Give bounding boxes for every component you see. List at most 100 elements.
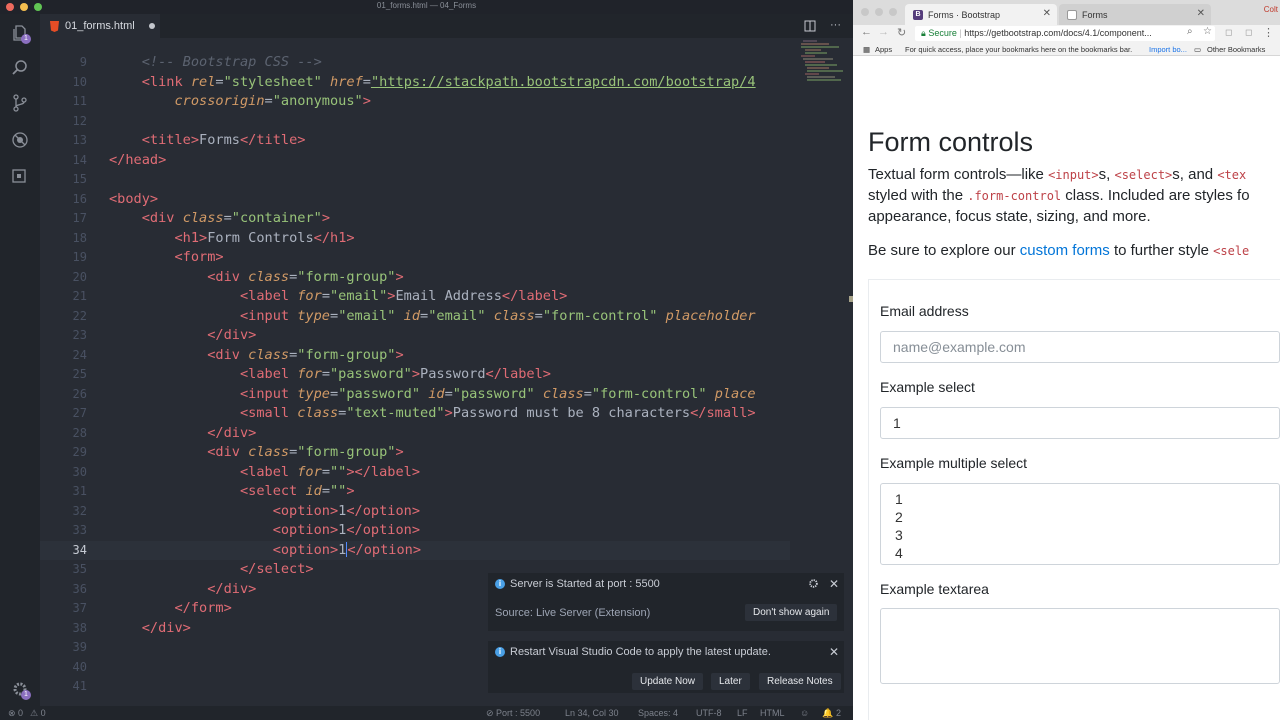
- code-line[interactable]: 11 crossorigin="anonymous">: [40, 92, 790, 112]
- gear-icon[interactable]: 1: [11, 680, 31, 700]
- code-line[interactable]: 17 <div class="container">: [40, 209, 790, 229]
- code-line[interactable]: 26 <input type="password" id="password" …: [40, 385, 790, 405]
- search-icon[interactable]: ⌕: [1187, 26, 1193, 37]
- code-line[interactable]: 19 <form>: [40, 248, 790, 268]
- dont-show-again-button[interactable]: Don't show again: [745, 604, 838, 621]
- minimap[interactable]: [799, 38, 845, 98]
- code-text: <option>1</option>: [272, 522, 421, 538]
- maximize-window-button[interactable]: [889, 8, 897, 16]
- live-server-port[interactable]: ⊘ Port : 5500: [486, 708, 540, 719]
- select-option[interactable]: 1: [893, 490, 1279, 508]
- release-notes-button[interactable]: Release Notes: [759, 673, 841, 690]
- custom-forms-link[interactable]: custom forms: [1020, 242, 1110, 259]
- select-option[interactable]: 3: [893, 526, 1279, 544]
- other-bookmarks-link[interactable]: Other Bookmarks: [1207, 45, 1265, 54]
- cursor-position[interactable]: Ln 34, Col 30: [565, 708, 619, 718]
- code-line[interactable]: 16 <body>: [40, 190, 790, 210]
- errors-count[interactable]: ⊗ 0: [8, 708, 23, 719]
- code-line[interactable]: 30 <label for=""></label>: [40, 463, 790, 483]
- select-option[interactable]: 5: [893, 562, 1279, 564]
- minimize-window-button[interactable]: [875, 8, 883, 16]
- forward-icon[interactable]: →: [878, 26, 889, 38]
- code-line[interactable]: 25 <label for="password">Password</label…: [40, 365, 790, 385]
- lead-text: styled with the .form-control class. Inc…: [868, 187, 1250, 204]
- star-icon[interactable]: ☆: [1203, 26, 1212, 37]
- inline-code: <tex: [1217, 168, 1247, 182]
- code-line[interactable]: 22 <input type="email" id="email" class=…: [40, 307, 790, 327]
- source-control-icon[interactable]: [11, 94, 29, 112]
- code-line[interactable]: 20 <div class="form-group">: [40, 268, 790, 288]
- browser-tab-forms[interactable]: Forms ✕: [1059, 4, 1211, 25]
- extension-icon[interactable]: ◻: [1245, 27, 1252, 38]
- search-icon[interactable]: [11, 59, 29, 77]
- code-line[interactable]: 21 <label for="email">Email Address</lab…: [40, 287, 790, 307]
- reload-icon[interactable]: ↻: [897, 26, 906, 39]
- lead-text-part: s,: [1098, 166, 1115, 183]
- code-line[interactable]: 29 <div class="form-group">: [40, 443, 790, 463]
- inline-code: <input>: [1048, 168, 1099, 182]
- code-line[interactable]: 23 </div>: [40, 326, 790, 346]
- select-label: Example select: [880, 379, 975, 395]
- code-line[interactable]: 18 <h1>Form Controls</h1>: [40, 229, 790, 249]
- warnings-count[interactable]: ⚠ 0: [30, 708, 46, 719]
- line-endings[interactable]: LF: [737, 708, 748, 718]
- code-text: <option>1</option>: [272, 541, 422, 558]
- code-line[interactable]: 14 </head>: [40, 151, 790, 171]
- code-text: <label for="email">Email Address</label>: [239, 288, 568, 304]
- line-number: 18: [72, 230, 87, 245]
- bell-icon[interactable]: 🔔: [822, 708, 833, 719]
- code-line[interactable]: 31 <select id="">: [40, 482, 790, 502]
- code-line[interactable]: 15: [40, 170, 790, 190]
- select-option[interactable]: 4: [893, 544, 1279, 562]
- settings-badge: 1: [21, 690, 31, 700]
- more-actions-icon[interactable]: ···: [830, 20, 841, 32]
- browser-tab-bootstrap[interactable]: B Forms · Bootstrap ✕: [905, 4, 1057, 25]
- folder-icon: ▭: [1194, 45, 1202, 54]
- encoding[interactable]: UTF-8: [696, 708, 722, 718]
- close-window-button[interactable]: [861, 8, 869, 16]
- secure-label: Secure: [928, 28, 957, 38]
- line-number: 21: [72, 289, 87, 303]
- example-multiple-select[interactable]: 1 2 3 4 5: [880, 483, 1280, 565]
- example-textarea[interactable]: [880, 608, 1280, 684]
- apps-icon[interactable]: ▦: [863, 45, 870, 54]
- profile-button[interactable]: Colt: [1264, 5, 1280, 14]
- debug-icon[interactable]: [11, 131, 29, 149]
- tab-01-forms-html[interactable]: 01_forms.html: [40, 14, 160, 38]
- later-button[interactable]: Later: [711, 673, 750, 690]
- feedback-icon[interactable]: ☺: [800, 708, 809, 718]
- import-bookmarks-link[interactable]: Import bo...: [1149, 45, 1187, 54]
- code-line[interactable]: 33 <option>1</option>: [40, 521, 790, 541]
- email-label: Email address: [880, 303, 969, 319]
- address-bar[interactable]: 🔒︎ Secure | https://getbootstrap.com/doc…: [915, 26, 1215, 41]
- apps-link[interactable]: Apps: [875, 45, 892, 54]
- explorer-icon[interactable]: 1: [11, 24, 31, 44]
- code-line[interactable]: 10 <link rel="stylesheet" href="https://…: [40, 73, 790, 93]
- indentation[interactable]: Spaces: 4: [638, 708, 678, 718]
- close-icon[interactable]: ✕: [829, 578, 839, 590]
- extension-icon[interactable]: ◻: [1225, 27, 1232, 38]
- back-icon[interactable]: ←: [861, 26, 872, 38]
- split-editor-icon[interactable]: [804, 20, 816, 32]
- code-line[interactable]: 13 <title>Forms</title>: [40, 131, 790, 151]
- code-line[interactable]: 34 <option>1</option>: [40, 540, 790, 560]
- code-line[interactable]: 24 <div class="form-group">: [40, 346, 790, 366]
- code-line[interactable]: 28 </div>: [40, 424, 790, 444]
- unsaved-dot-icon[interactable]: [148, 23, 155, 29]
- gear-icon[interactable]: [808, 578, 819, 589]
- code-line[interactable]: 27 <small class="text-muted">Password mu…: [40, 404, 790, 424]
- close-tab-icon[interactable]: ✕: [1197, 8, 1205, 19]
- code-line[interactable]: 12: [40, 112, 790, 132]
- email-field[interactable]: name@example.com: [880, 331, 1280, 363]
- close-tab-icon[interactable]: ✕: [1043, 8, 1051, 19]
- close-icon[interactable]: ✕: [829, 646, 839, 658]
- lead-text-part: to further style: [1109, 242, 1214, 259]
- select-option[interactable]: 2: [893, 508, 1279, 526]
- extensions-icon[interactable]: [11, 166, 29, 184]
- menu-icon[interactable]: ⋮: [1263, 26, 1274, 39]
- update-now-button[interactable]: Update Now: [632, 673, 704, 690]
- language-mode[interactable]: HTML: [760, 708, 785, 718]
- code-line[interactable]: 32 <option>1</option>: [40, 502, 790, 522]
- example-select[interactable]: 1: [880, 407, 1280, 439]
- code-line[interactable]: 9 <!-- Bootstrap CSS -->: [40, 53, 790, 73]
